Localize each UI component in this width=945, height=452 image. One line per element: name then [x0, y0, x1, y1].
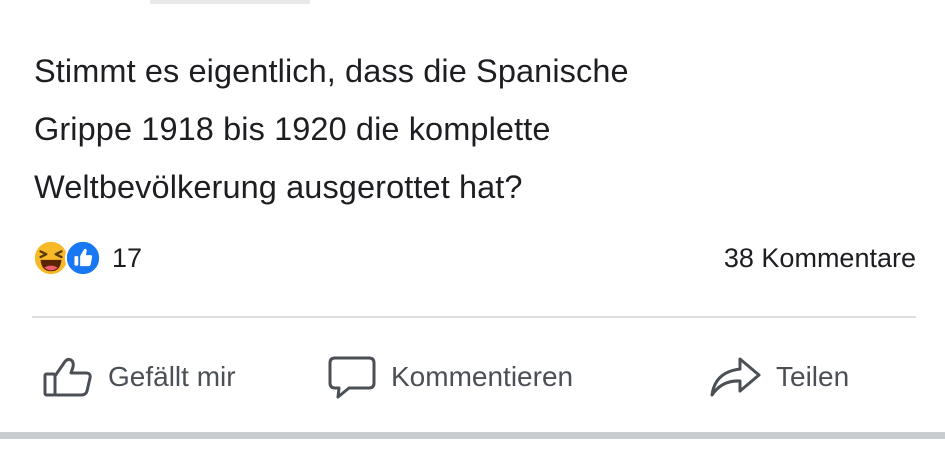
facebook-post: Stimmt es eigentlich, dass die Spanische… — [0, 0, 945, 452]
post-separator-bar — [0, 432, 945, 439]
thumbs-up-icon — [43, 357, 92, 397]
reaction-count: 17 — [112, 242, 143, 273]
share-button[interactable]: Teilen — [708, 346, 849, 408]
comments-count-link[interactable]: 38 Kommentare — [724, 243, 916, 274]
post-text-line: Weltbevölkerung ausgerottet hat? — [34, 169, 523, 205]
post-actions-bar: Gefällt mir Kommentieren Teilen — [32, 346, 916, 408]
like-button[interactable]: Gefällt mir — [42, 346, 236, 408]
share-label: Teilen — [776, 361, 850, 392]
post-stats: 17 38 Kommentare — [32, 234, 916, 284]
post-text-line: Stimmt es eigentlich, dass die Spanische — [34, 53, 629, 89]
cropped-header-remnant — [150, 0, 310, 4]
divider — [32, 316, 916, 318]
post-text-line: Grippe 1918 bis 1920 die komplette — [34, 111, 551, 147]
speech-bubble-icon — [328, 356, 376, 399]
like-label: Gefällt mir — [108, 361, 236, 392]
post-text: Stimmt es eigentlich, dass die Spanische… — [34, 42, 914, 216]
comment-label: Kommentieren — [391, 361, 574, 392]
reactions-summary[interactable]: 17 — [32, 238, 142, 278]
like-icon — [64, 239, 102, 277]
comment-button[interactable]: Kommentieren — [327, 346, 573, 408]
share-arrow-icon — [710, 357, 761, 397]
